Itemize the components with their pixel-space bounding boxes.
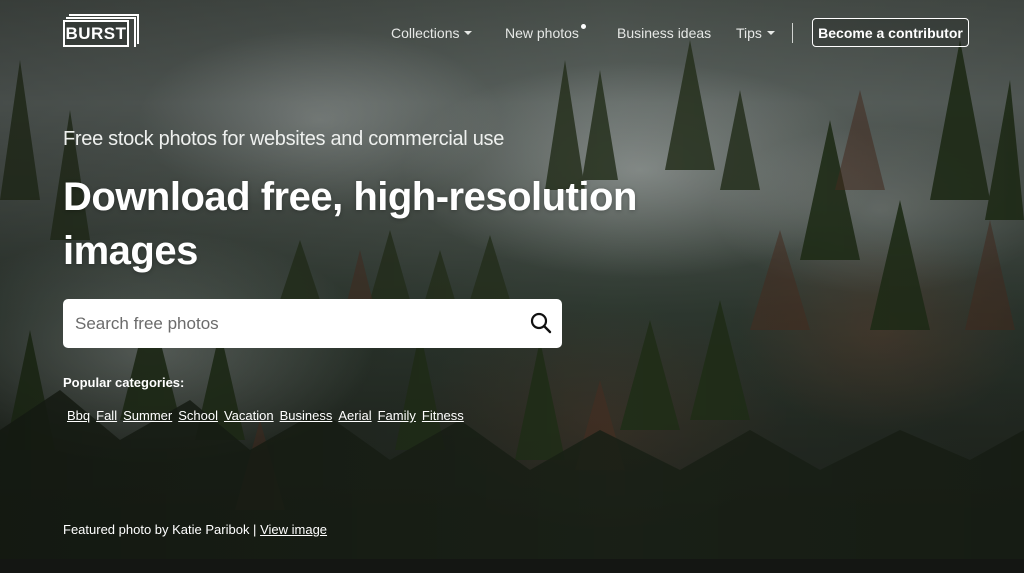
nav-tips[interactable]: Tips xyxy=(736,25,775,41)
nav-new-photos[interactable]: New photos xyxy=(505,24,586,41)
hero-subtitle: Free stock photos for websites and comme… xyxy=(63,128,505,150)
top-nav: Collections New photos Business ideas Ti… xyxy=(0,18,1024,48)
category-link-bbq[interactable]: Bbq xyxy=(67,408,90,423)
category-link-summer[interactable]: Summer xyxy=(123,408,172,423)
nav-tips-label: Tips xyxy=(736,25,762,41)
chevron-down-icon xyxy=(766,31,775,35)
featured-credit-text: Featured photo by Katie Paribok | xyxy=(63,522,261,537)
become-contributor-button[interactable]: Become a contributor xyxy=(812,18,969,47)
nav-business-ideas-label: Business ideas xyxy=(617,25,712,41)
chevron-down-icon xyxy=(464,31,473,35)
featured-photo-credit: Featured photo by Katie Paribok | View i… xyxy=(63,522,327,537)
hero-title: Download free, high-resolution images xyxy=(63,175,637,273)
nav-new-photos-label: New photos xyxy=(505,25,579,41)
search-bar xyxy=(63,299,562,348)
nav-collections-label: Collections xyxy=(391,25,460,41)
nav-collections[interactable]: Collections xyxy=(391,25,473,41)
search-input[interactable] xyxy=(73,302,517,345)
hero-background-photo xyxy=(0,0,1024,573)
nav-divider xyxy=(792,23,793,43)
hero-overlay xyxy=(0,0,1024,573)
popular-categories-label: Popular categories: xyxy=(63,375,185,390)
new-indicator-dot xyxy=(581,24,586,29)
category-link-fitness[interactable]: Fitness xyxy=(422,408,464,423)
category-link-aerial[interactable]: Aerial xyxy=(338,408,371,423)
bottom-edge xyxy=(0,559,1024,573)
category-link-family[interactable]: Family xyxy=(378,408,416,423)
search-icon[interactable] xyxy=(530,312,552,334)
view-image-link[interactable]: View image xyxy=(260,522,327,537)
category-link-fall[interactable]: Fall xyxy=(96,408,117,423)
nav-business-ideas[interactable]: Business ideas xyxy=(617,25,711,41)
category-link-business[interactable]: Business xyxy=(280,408,333,423)
category-link-school[interactable]: School xyxy=(178,408,218,423)
category-link-vacation[interactable]: Vacation xyxy=(224,408,274,423)
category-links: Bbq Fall Summer School Vacation Business… xyxy=(67,408,464,423)
